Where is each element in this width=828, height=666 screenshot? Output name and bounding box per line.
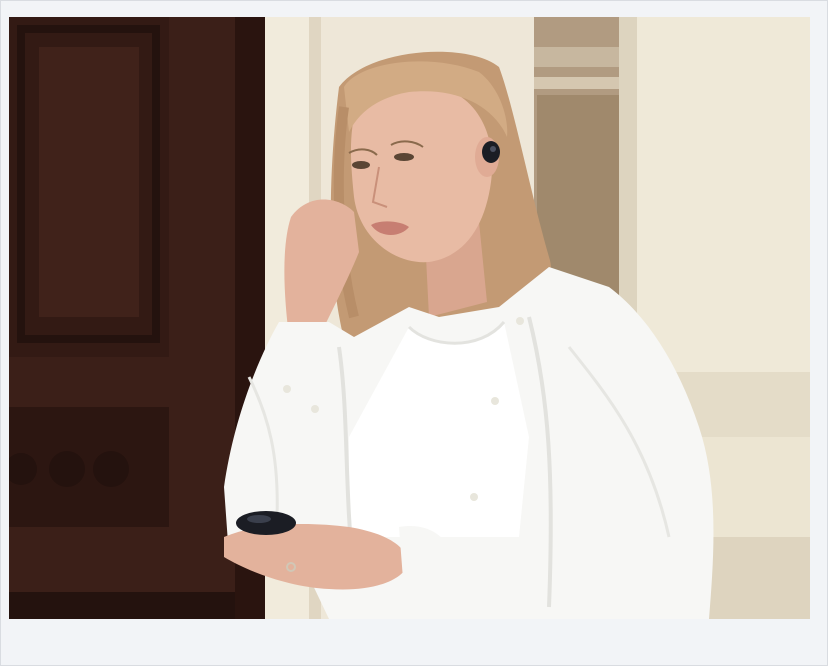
- face: [350, 79, 493, 263]
- earbud-icon: [482, 141, 500, 163]
- image-frame: [0, 0, 828, 666]
- earbud-case-icon: [236, 511, 296, 535]
- product-photo: [9, 17, 810, 619]
- photo-illustration: [9, 17, 810, 619]
